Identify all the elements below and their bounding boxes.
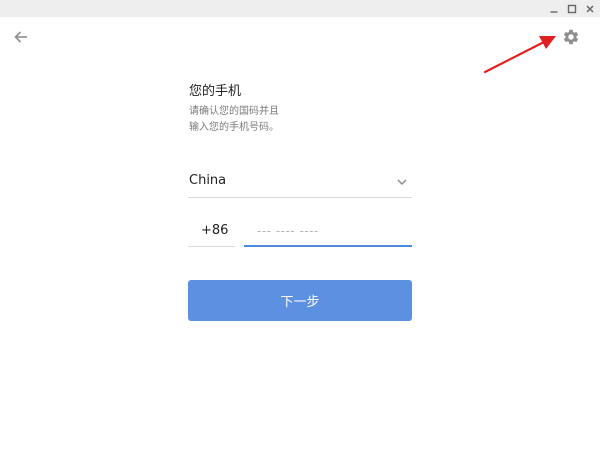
back-button[interactable] bbox=[11, 27, 31, 47]
close-window-button[interactable] bbox=[582, 0, 598, 17]
next-button[interactable]: 下一步 bbox=[188, 280, 412, 321]
minimize-icon bbox=[550, 10, 558, 13]
instructions-line-1: 请确认您的国码并且 bbox=[189, 106, 279, 117]
instructions-line-2: 输入您的手机号码。 bbox=[189, 122, 279, 133]
arrow-left-icon bbox=[14, 31, 27, 43]
country-code-field[interactable]: +86 bbox=[188, 216, 235, 247]
chevron-down-icon bbox=[397, 179, 407, 186]
annotation-arrow bbox=[483, 36, 556, 74]
minimize-button[interactable] bbox=[546, 0, 562, 17]
maximize-icon bbox=[567, 4, 577, 13]
maximize-button[interactable] bbox=[564, 0, 580, 17]
gear-icon bbox=[563, 29, 579, 45]
country-select[interactable]: China bbox=[188, 166, 412, 198]
settings-button[interactable] bbox=[561, 27, 581, 47]
phone-number-input[interactable] bbox=[244, 216, 412, 247]
instructions-text: 请确认您的国码并且 输入您的手机号码。 bbox=[189, 104, 279, 136]
country-value: China bbox=[189, 173, 227, 188]
page-title: 您的手机 bbox=[189, 84, 242, 99]
close-icon bbox=[586, 5, 594, 12]
country-code-value: +86 bbox=[201, 223, 229, 238]
window-titlebar bbox=[0, 0, 600, 17]
